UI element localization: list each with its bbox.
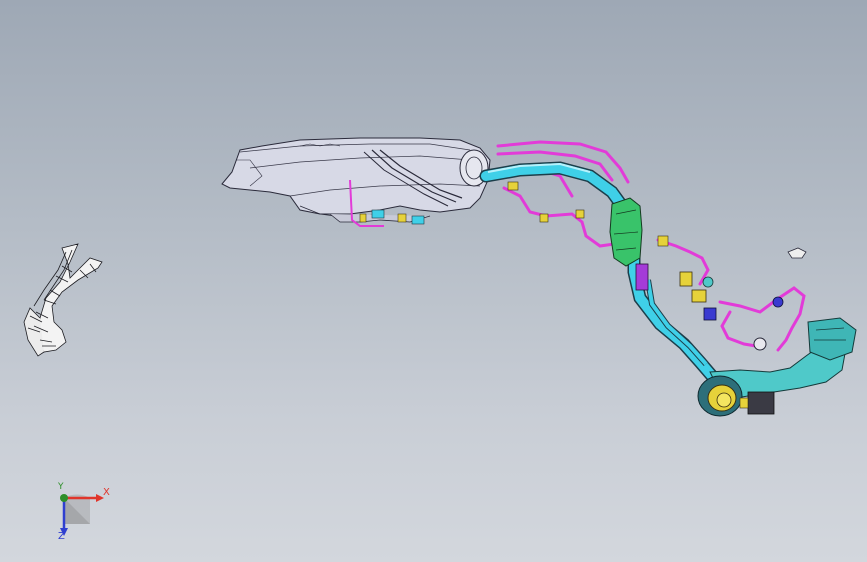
y-axis-label: Y bbox=[58, 482, 64, 492]
y-axis-dot bbox=[60, 494, 68, 502]
x-axis-label: X bbox=[103, 487, 110, 498]
z-axis-label: Z bbox=[58, 531, 65, 542]
filler-neck[interactable] bbox=[697, 317, 857, 417]
fuel-system-model[interactable] bbox=[0, 0, 867, 562]
graphics-viewport[interactable]: X Y Z bbox=[0, 0, 867, 562]
filler-neck-wireframe[interactable] bbox=[23, 243, 103, 357]
fuel-tank[interactable] bbox=[221, 137, 491, 223]
